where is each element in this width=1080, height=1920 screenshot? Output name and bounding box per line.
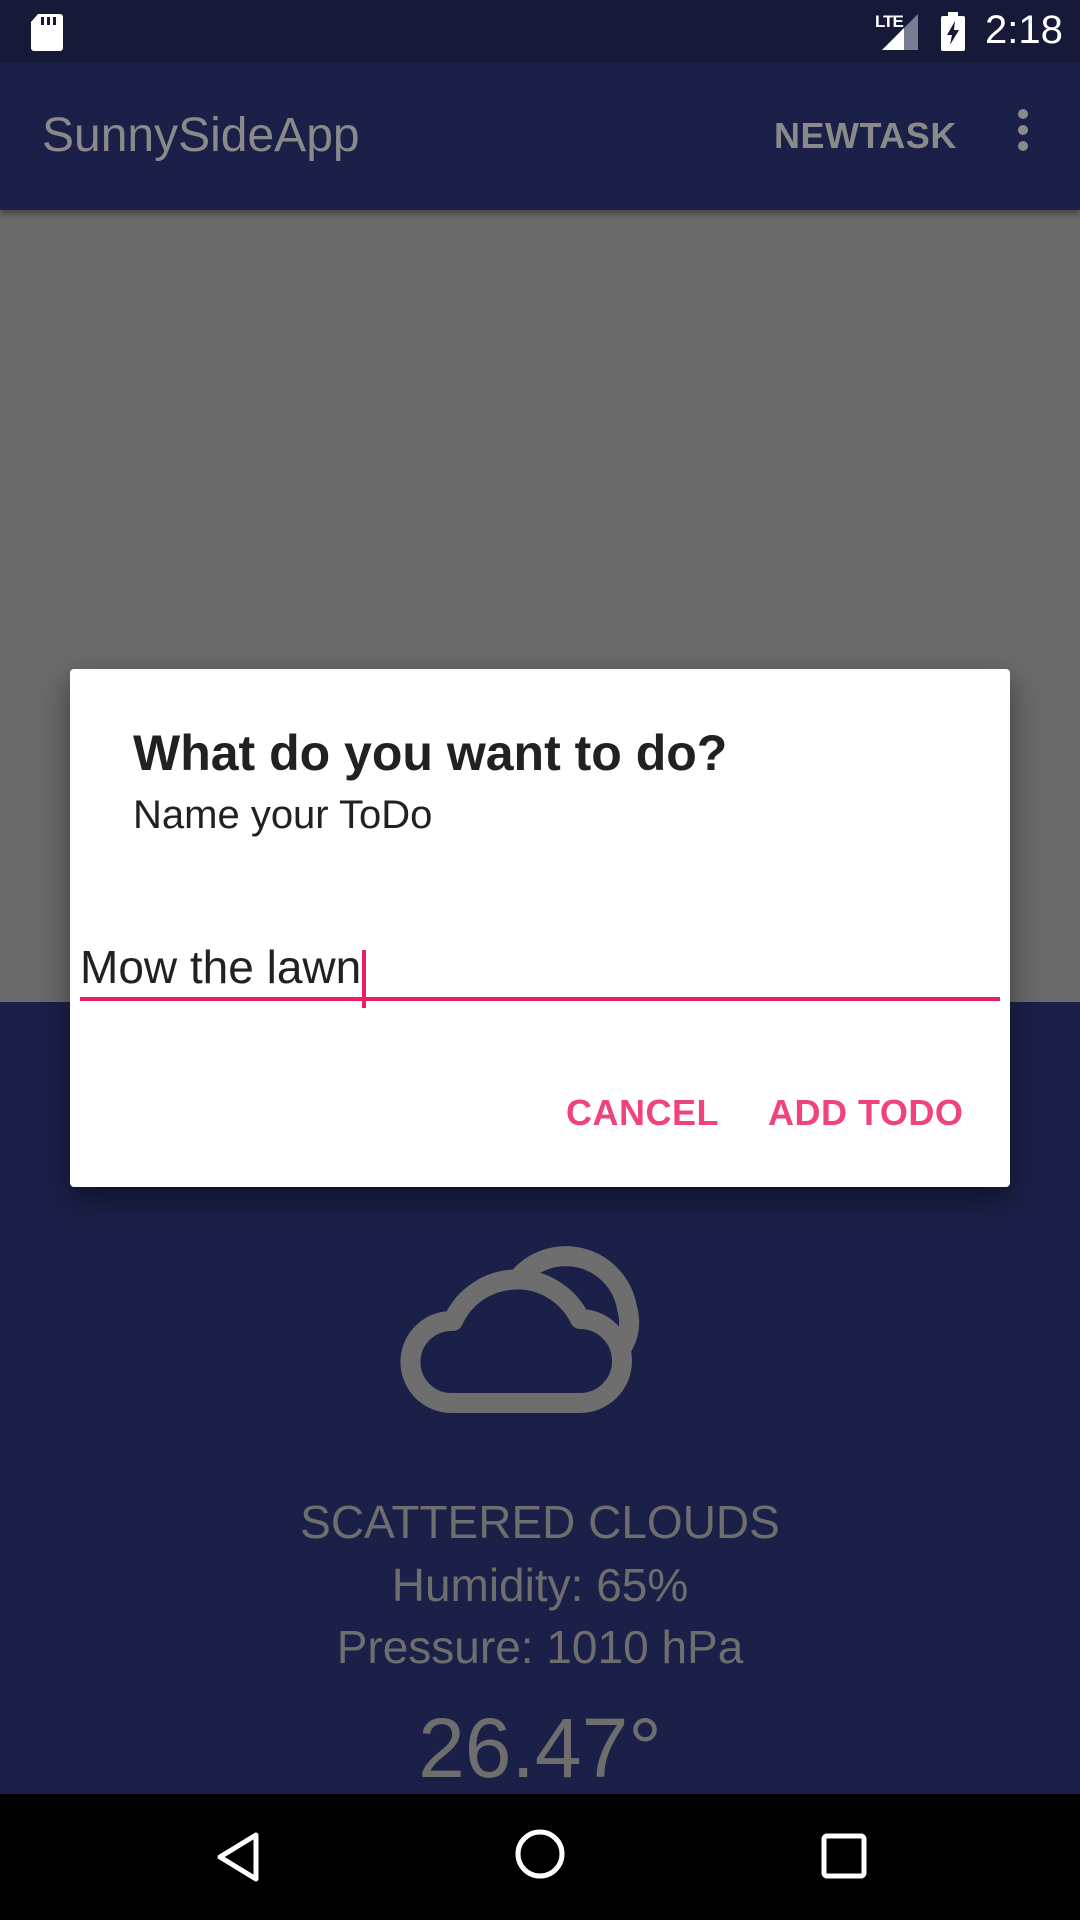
clock: 2:18 bbox=[985, 8, 1063, 52]
cloudy-icon bbox=[400, 1246, 640, 1413]
todo-name-input[interactable]: Mow the lawn bbox=[80, 937, 1000, 1008]
app-bar: SunnySideApp NEWTASK bbox=[0, 63, 1080, 210]
cancel-button[interactable]: CANCEL bbox=[566, 1092, 719, 1134]
battery-charging-icon bbox=[941, 12, 965, 51]
new-task-button[interactable]: NEWTASK bbox=[774, 115, 957, 157]
temperature-label: 26.47° bbox=[418, 1701, 662, 1795]
status-bar: LTE 2:18 bbox=[0, 0, 1080, 63]
more-vert-icon[interactable] bbox=[1008, 103, 1038, 163]
weather-description: SCATTERED CLOUDS bbox=[300, 1496, 780, 1548]
back-icon[interactable] bbox=[210, 1829, 266, 1885]
dialog-subtitle: Name your ToDo bbox=[133, 793, 433, 837]
signal-icon bbox=[882, 14, 918, 50]
add-todo-button[interactable]: ADD TODO bbox=[768, 1092, 963, 1134]
recents-icon[interactable] bbox=[820, 1832, 868, 1880]
sd-card-icon bbox=[31, 14, 63, 51]
humidity-label: Humidity: 65% bbox=[391, 1559, 689, 1611]
app-title: SunnySideApp bbox=[42, 109, 360, 162]
pressure-label: Pressure: 1010 hPa bbox=[336, 1621, 744, 1673]
home-icon[interactable] bbox=[513, 1827, 567, 1881]
navigation-bar bbox=[0, 1794, 1080, 1920]
text-cursor bbox=[362, 949, 367, 1008]
dialog-title: What do you want to do? bbox=[133, 725, 728, 781]
new-todo-dialog: What do you want to do? Name your ToDo M… bbox=[70, 669, 1010, 1187]
todo-input-text[interactable]: Mow the lawn bbox=[80, 941, 361, 993]
